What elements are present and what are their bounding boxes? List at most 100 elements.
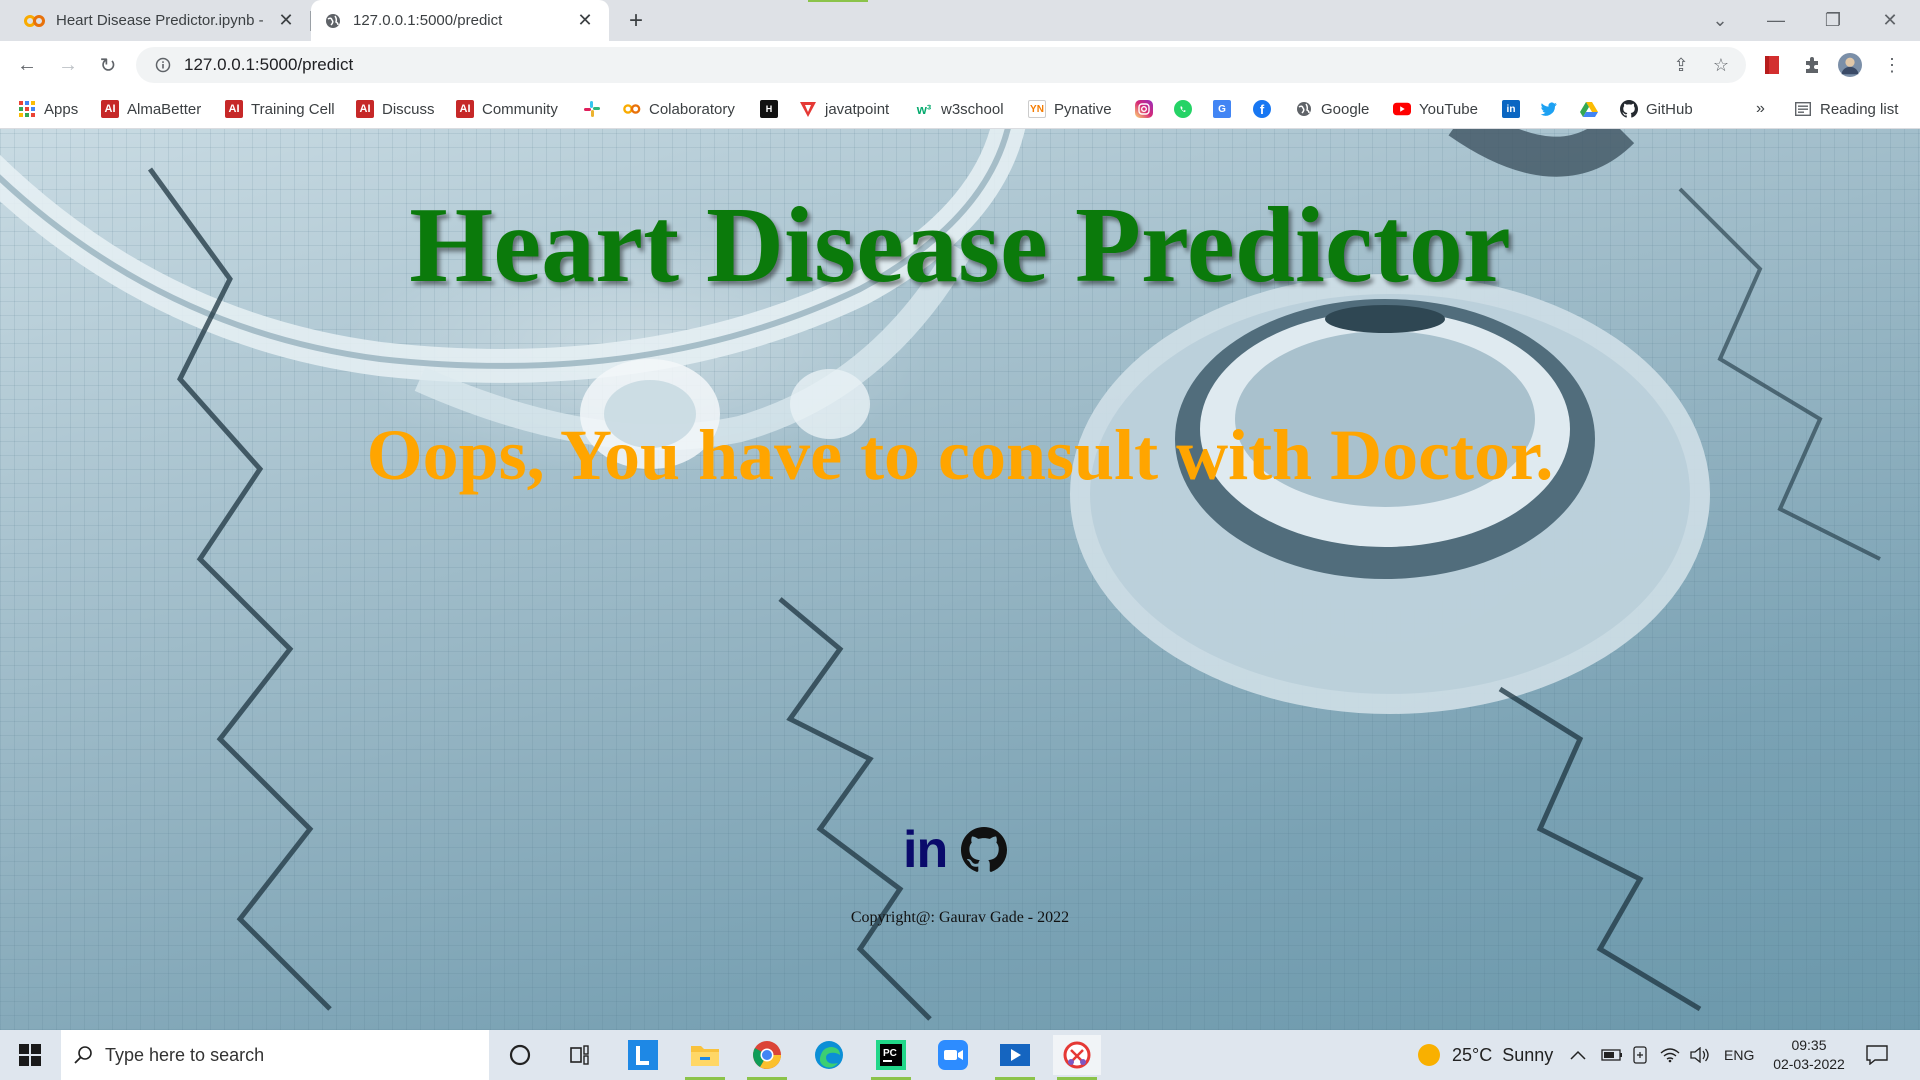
bookmark-w3school[interactable]: w³ w3school bbox=[915, 98, 1004, 120]
bookmark-label: AlmaBetter bbox=[127, 100, 202, 118]
bookmark-google-drive[interactable] bbox=[1580, 98, 1598, 120]
globe-icon bbox=[325, 12, 343, 30]
language-indicator[interactable]: ENG bbox=[1724, 1030, 1754, 1080]
restore-button[interactable]: ❐ bbox=[1813, 6, 1853, 34]
tab-title: 127.0.0.1:5000/predict bbox=[353, 12, 503, 29]
bookmark-twitter[interactable] bbox=[1540, 98, 1558, 120]
notification-icon[interactable] bbox=[1866, 1030, 1888, 1080]
chevron-up-icon[interactable] bbox=[1570, 1030, 1586, 1080]
cortana-icon[interactable] bbox=[496, 1035, 544, 1075]
bookmark-training-cell[interactable]: AI Training Cell bbox=[225, 98, 335, 120]
tab-title: Heart Disease Predictor.ipynb - Colabora… bbox=[56, 12, 268, 29]
bookmark-label: YouTube bbox=[1419, 100, 1478, 118]
bookmark-whatsapp[interactable] bbox=[1174, 98, 1192, 120]
globe-icon bbox=[1295, 100, 1313, 118]
bookmark-label: javatpoint bbox=[825, 100, 890, 118]
github-icon bbox=[1620, 100, 1638, 118]
extension-bookmark-icon[interactable] bbox=[1760, 53, 1784, 77]
clock-date: 02-03-2022 bbox=[1773, 1056, 1845, 1072]
sun-icon bbox=[1418, 1044, 1440, 1066]
menu-kebab-icon[interactable]: ⋮ bbox=[1880, 53, 1904, 77]
whatsapp-icon bbox=[1174, 100, 1192, 118]
bookmark-linkedin[interactable]: in bbox=[1502, 98, 1520, 120]
forward-button[interactable]: → bbox=[54, 51, 82, 79]
close-icon[interactable]: ✕ bbox=[575, 10, 595, 31]
volume-icon[interactable] bbox=[1690, 1030, 1710, 1080]
site-info-icon[interactable] bbox=[148, 57, 178, 73]
file-explorer-icon[interactable] bbox=[681, 1035, 729, 1080]
reading-list-icon bbox=[1794, 100, 1812, 118]
youtube-icon bbox=[1393, 100, 1411, 118]
facebook-icon: f bbox=[1253, 100, 1271, 118]
copyright-footer: Copyright@: Gaurav Gade - 2022 bbox=[850, 909, 1070, 926]
zoom-icon[interactable] bbox=[929, 1035, 977, 1075]
windows-start-button[interactable] bbox=[0, 1030, 60, 1080]
chrome-icon[interactable] bbox=[743, 1035, 791, 1080]
tab-colab-notebook[interactable]: Heart Disease Predictor.ipynb - Colabora… bbox=[10, 0, 310, 41]
media-player-icon[interactable] bbox=[991, 1035, 1039, 1080]
bookmarks-bar: Apps AI AlmaBetter AI Training Cell AI D… bbox=[0, 89, 1920, 129]
bookmark-almabetter[interactable]: AI AlmaBetter bbox=[101, 98, 201, 120]
l-app-icon[interactable] bbox=[619, 1035, 667, 1075]
bookmark-star-icon[interactable]: ☆ bbox=[1710, 54, 1732, 76]
bookmark-github[interactable]: GitHub bbox=[1620, 98, 1693, 120]
bookmark-colaboratory[interactable]: Colaboratory bbox=[623, 98, 735, 120]
new-tab-button[interactable]: + bbox=[622, 7, 650, 34]
edge-icon[interactable] bbox=[805, 1035, 853, 1075]
colab-icon bbox=[623, 100, 641, 118]
wifi-icon[interactable] bbox=[1660, 1030, 1680, 1080]
bookmark-javatpoint[interactable]: javatpoint bbox=[799, 98, 889, 120]
battery-icon[interactable] bbox=[1601, 1030, 1623, 1080]
reload-button[interactable]: ↻ bbox=[94, 51, 122, 79]
google-translate-icon: G bbox=[1213, 100, 1231, 118]
browser-toolbar: ← → ↻ 127.0.0.1:5000/predict ⇪ ☆ ⋮ bbox=[0, 41, 1920, 89]
bookmark-facebook[interactable]: f bbox=[1253, 98, 1271, 120]
javatpoint-icon bbox=[799, 100, 817, 118]
bookmark-label: Training Cell bbox=[251, 100, 335, 118]
tab-search-icon[interactable]: ⌄ bbox=[1700, 6, 1740, 34]
address-bar[interactable]: 127.0.0.1:5000/predict ⇪ ☆ bbox=[136, 47, 1746, 83]
share-icon[interactable]: ⇪ bbox=[1670, 54, 1692, 76]
github-icon[interactable] bbox=[961, 827, 1008, 873]
bookmark-apps[interactable]: Apps bbox=[18, 98, 78, 120]
back-button[interactable]: ← bbox=[13, 51, 41, 79]
bookmark-pynative[interactable]: YN Pynative bbox=[1028, 98, 1112, 120]
minimize-button[interactable]: — bbox=[1756, 6, 1796, 34]
hackerrank-icon: H bbox=[760, 100, 778, 118]
bookmark-instagram[interactable] bbox=[1135, 98, 1153, 120]
bookmark-google[interactable]: Google bbox=[1295, 98, 1369, 120]
profile-avatar[interactable] bbox=[1838, 53, 1862, 77]
bookmark-label: Pynative bbox=[1054, 100, 1112, 118]
bookmark-label: Community bbox=[482, 100, 558, 118]
device-icon[interactable] bbox=[1632, 1030, 1648, 1080]
instagram-icon bbox=[1135, 100, 1153, 118]
reading-list-button[interactable]: Reading list bbox=[1794, 98, 1898, 120]
bookmark-label: Apps bbox=[44, 100, 79, 118]
window-close-button[interactable]: ✕ bbox=[1870, 6, 1910, 34]
windows-taskbar: Type here to search PC 25°C Sunny ENG 09… bbox=[0, 1030, 1920, 1080]
close-icon[interactable]: ✕ bbox=[276, 10, 296, 31]
search-icon bbox=[61, 1045, 105, 1065]
weather-text: 25°C Sunny bbox=[1452, 1044, 1554, 1065]
slack-icon bbox=[583, 100, 601, 118]
bookmark-slack[interactable] bbox=[583, 98, 601, 120]
bookmark-discuss[interactable]: AI Discuss bbox=[356, 98, 435, 120]
prediction-result-message: Oops, You have to consult with Doctor. bbox=[366, 415, 1554, 495]
bookmark-hackerrank[interactable]: H bbox=[760, 98, 778, 120]
bookmark-label: Colaboratory bbox=[649, 100, 735, 118]
tab-predict-page[interactable]: 127.0.0.1:5000/predict ✕ bbox=[311, 0, 609, 41]
bookmark-community[interactable]: AI Community bbox=[456, 98, 558, 120]
almabetter-icon: AI bbox=[225, 100, 243, 118]
snip-tool-icon[interactable] bbox=[1053, 1035, 1101, 1080]
task-view-icon[interactable] bbox=[556, 1035, 604, 1075]
linkedin-icon[interactable]: in bbox=[903, 824, 948, 876]
taskbar-search-box[interactable]: Type here to search bbox=[61, 1030, 489, 1080]
bookmarks-overflow-button[interactable]: » bbox=[1756, 98, 1765, 120]
extensions-puzzle-icon[interactable] bbox=[1800, 53, 1824, 77]
weather-widget[interactable]: 25°C Sunny bbox=[1418, 1030, 1553, 1080]
taskbar-clock[interactable]: 09:35 02-03-2022 bbox=[1766, 1036, 1852, 1074]
bookmark-google-translate[interactable]: G bbox=[1213, 98, 1231, 120]
pycharm-icon[interactable]: PC bbox=[867, 1035, 915, 1080]
bookmark-youtube[interactable]: YouTube bbox=[1393, 98, 1478, 120]
page-title: Heart Disease Predictor bbox=[409, 186, 1511, 305]
